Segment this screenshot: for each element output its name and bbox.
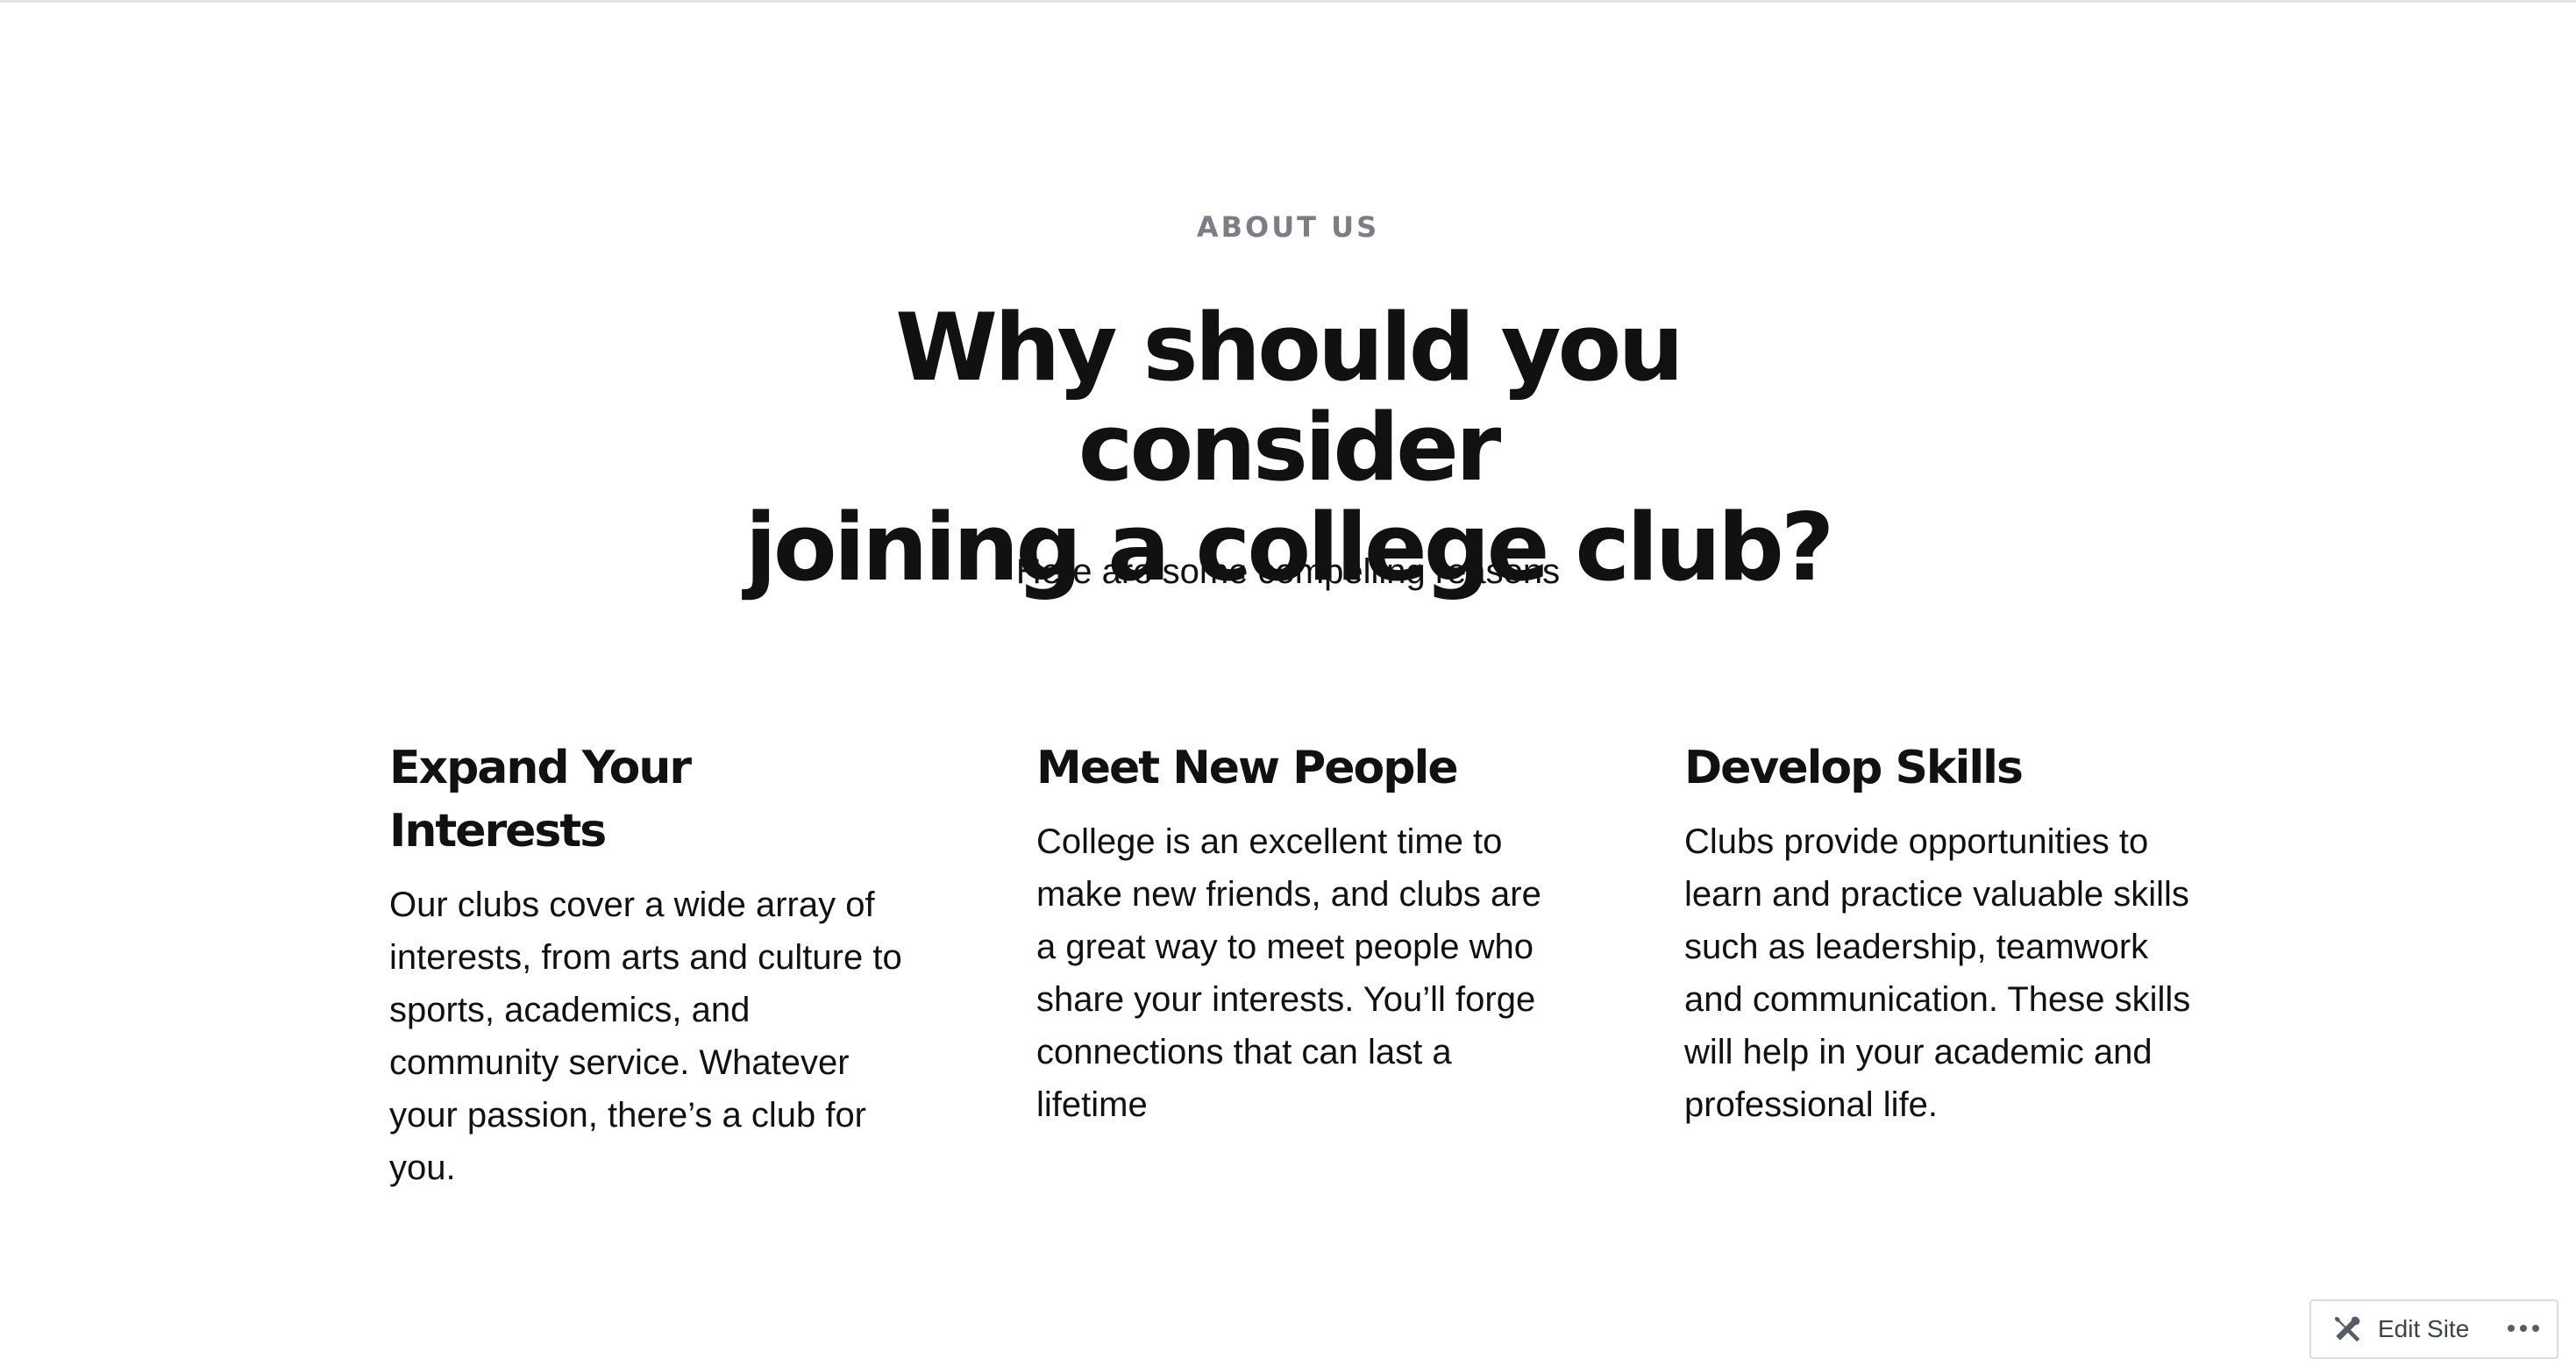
edit-site-label: Edit Site (2378, 1315, 2470, 1342)
section-eyebrow: ABOUT US (1196, 210, 1380, 244)
admin-toolbar: Edit Site (2309, 1299, 2558, 1359)
subtitle: Here are some compelling reasons (1015, 552, 1561, 591)
top-divider (0, 0, 2576, 3)
more-options-button[interactable] (2502, 1312, 2544, 1347)
feature-title: Meet New People (1036, 742, 1459, 794)
tools-icon (2330, 1313, 2364, 1346)
feature-column-people: Meet New People College is an excellent … (1036, 736, 1554, 1131)
page: ABOUT US Why should you consider joining… (0, 0, 2576, 1366)
feature-text: College is an excellent time to make new… (1036, 822, 1541, 1124)
feature-text: Our clubs cover a wide array of interest… (389, 886, 902, 1187)
feature-title: Expand Your Interests (389, 742, 692, 857)
ellipsis-icon (2506, 1321, 2541, 1337)
feature-text: Clubs provide opportunities to learn and… (1684, 822, 2191, 1124)
feature-title: Develop Skills (1684, 742, 2024, 794)
feature-column-interests: Expand Your Interests Our clubs cover a … (389, 736, 907, 1194)
feature-column-skills: Develop Skills Clubs provide opportuniti… (1684, 736, 2202, 1131)
edit-site-button[interactable]: Edit Site (2311, 1301, 2469, 1357)
title-line-1: Why should you consider (895, 294, 1684, 502)
